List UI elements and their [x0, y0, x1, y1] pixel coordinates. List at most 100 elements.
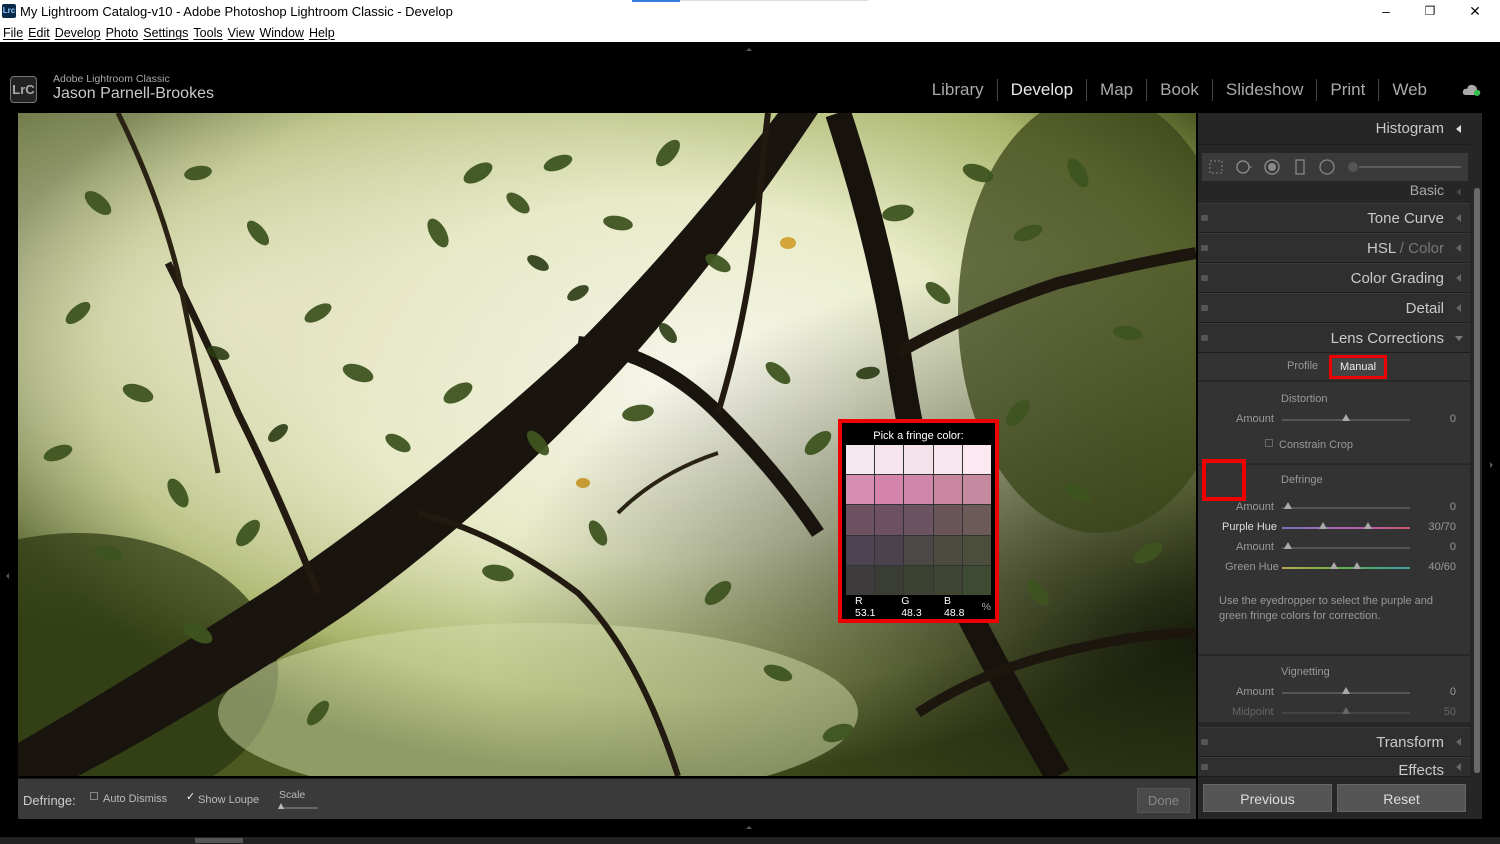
detail-expand-icon[interactable]	[1456, 304, 1461, 312]
vignetting-amount-thumb[interactable]	[1342, 687, 1350, 694]
green-hue-value: 40/60	[1428, 561, 1456, 573]
purple-hue-thumb-low[interactable]	[1319, 522, 1327, 529]
loupe-swatch	[962, 535, 991, 565]
collapse-top-panel-icon[interactable]	[746, 48, 752, 51]
histogram-title: Histogram	[1375, 120, 1444, 137]
color-grading-toggle[interactable]	[1201, 275, 1208, 281]
hsl-toggle[interactable]	[1201, 245, 1208, 251]
color-title[interactable]: Color	[1408, 240, 1444, 257]
tone-curve-header[interactable]: Tone Curve	[1198, 203, 1470, 233]
module-library[interactable]: Library	[919, 79, 998, 101]
module-book[interactable]: Book	[1147, 79, 1213, 101]
lens-corrections-collapse-icon[interactable]	[1455, 336, 1463, 341]
menu-settings[interactable]: Settings	[143, 24, 188, 42]
restore-button[interactable]: ❐	[1420, 4, 1440, 18]
module-map[interactable]: Map	[1087, 79, 1148, 101]
close-button[interactable]: ✕	[1465, 3, 1485, 20]
panel-scrollbar[interactable]	[1474, 188, 1480, 773]
color-grading-header[interactable]: Color Grading	[1198, 263, 1470, 293]
radial-filter-icon[interactable]	[1319, 159, 1335, 175]
collapse-right-panel-icon[interactable]	[1490, 462, 1493, 468]
scale-slider-track[interactable]	[280, 807, 318, 809]
tone-curve-expand-icon[interactable]	[1456, 214, 1461, 222]
effects-header[interactable]: Effects	[1198, 757, 1470, 777]
green-hue-track[interactable]	[1282, 567, 1410, 569]
menu-develop[interactable]: Develop	[55, 24, 101, 42]
lens-corrections-toggle[interactable]	[1201, 335, 1208, 341]
vignetting-midpoint-thumb[interactable]	[1342, 707, 1350, 714]
green-amount-track[interactable]	[1282, 547, 1410, 549]
tab-profile[interactable]: Profile	[1287, 360, 1318, 372]
loupe-title: Pick a fringe color:	[846, 427, 991, 445]
expand-left-panel-icon[interactable]	[6, 573, 9, 579]
histogram-header[interactable]: Histogram	[1198, 113, 1470, 145]
spot-removal-icon[interactable]	[1236, 159, 1252, 175]
effects-toggle[interactable]	[1201, 764, 1208, 770]
hsl-separator: /	[1399, 240, 1404, 257]
histogram-collapse-icon[interactable]	[1456, 124, 1461, 133]
module-print[interactable]: Print	[1317, 79, 1380, 101]
lrc-logo: LrC	[10, 76, 37, 103]
constrain-crop-checkbox[interactable]	[1265, 439, 1273, 447]
tab-manual[interactable]: Manual	[1329, 355, 1387, 379]
done-button[interactable]: Done	[1137, 788, 1190, 813]
menu-file[interactable]: File	[3, 24, 23, 42]
basic-expand-icon[interactable]	[1456, 187, 1461, 196]
photo-canvas[interactable]	[18, 113, 1196, 776]
vignetting-midpoint-label: Midpoint	[1232, 706, 1274, 718]
green-amount-thumb[interactable]	[1284, 542, 1292, 549]
detail-toggle[interactable]	[1201, 305, 1208, 311]
expand-filmstrip-icon[interactable]	[746, 826, 752, 829]
vignetting-heading: Vignetting	[1281, 666, 1330, 678]
transform-toggle[interactable]	[1201, 739, 1208, 745]
module-web[interactable]: Web	[1379, 79, 1440, 101]
lens-corrections-header[interactable]: Lens Corrections	[1198, 323, 1470, 353]
minimize-button[interactable]: –	[1376, 3, 1396, 19]
reset-button[interactable]: Reset	[1337, 784, 1466, 812]
scale-control[interactable]: Scale	[278, 789, 318, 809]
detail-header[interactable]: Detail	[1198, 293, 1470, 323]
horizontal-scrollbar[interactable]	[0, 837, 1500, 844]
module-slideshow[interactable]: Slideshow	[1213, 79, 1318, 101]
fringe-selector-eyedropper-icon[interactable]	[1202, 459, 1246, 501]
loupe-swatch	[846, 475, 875, 505]
purple-amount-thumb[interactable]	[1284, 502, 1292, 509]
hsl-color-header[interactable]: HSL / Color	[1198, 233, 1470, 263]
menu-window[interactable]: Window	[259, 24, 303, 42]
transform-header[interactable]: Transform	[1198, 727, 1470, 757]
distortion-amount-thumb[interactable]	[1342, 414, 1350, 421]
cloud-sync-icon[interactable]	[1462, 82, 1482, 96]
green-hue-thumb-high[interactable]	[1353, 562, 1361, 569]
green-hue-thumb-low[interactable]	[1330, 562, 1338, 569]
effects-expand-icon[interactable]	[1456, 763, 1461, 771]
menu-help[interactable]: Help	[309, 24, 335, 42]
right-panel-edge	[1482, 113, 1500, 819]
menu-photo[interactable]: Photo	[106, 24, 139, 42]
adjustment-brush-icon[interactable]	[1347, 159, 1463, 175]
transform-expand-icon[interactable]	[1456, 738, 1461, 746]
color-grading-expand-icon[interactable]	[1456, 274, 1461, 282]
color-grading-title: Color Grading	[1350, 270, 1444, 287]
module-develop[interactable]: Develop	[998, 79, 1088, 101]
panel-scrollbar-thumb[interactable]	[1474, 188, 1480, 773]
crop-overlay-icon[interactable]	[1208, 159, 1224, 175]
purple-amount-track[interactable]	[1282, 507, 1410, 509]
purple-hue-thumb-high[interactable]	[1364, 522, 1372, 529]
tone-curve-toggle[interactable]	[1201, 215, 1208, 221]
red-eye-icon[interactable]	[1264, 159, 1280, 175]
show-loupe-checkbox[interactable]: ✓ Show Loupe	[186, 791, 260, 806]
menu-tools[interactable]: Tools	[193, 24, 222, 42]
menu-edit[interactable]: Edit	[28, 24, 50, 42]
basic-header[interactable]: Basic	[1198, 181, 1470, 202]
auto-dismiss-checkbox[interactable]: Auto Dismiss	[90, 792, 167, 805]
purple-hue-track[interactable]	[1282, 527, 1410, 529]
scale-slider-thumb[interactable]	[278, 803, 284, 809]
hsl-title[interactable]: HSL	[1367, 240, 1396, 257]
scrollbar-thumb[interactable]	[195, 838, 243, 843]
graduated-filter-icon[interactable]	[1292, 159, 1308, 175]
menu-view[interactable]: View	[228, 24, 255, 42]
previous-button[interactable]: Previous	[1203, 784, 1332, 812]
show-loupe-label: Show Loupe	[198, 794, 260, 806]
hsl-expand-icon[interactable]	[1456, 244, 1461, 252]
distortion-heading: Distortion	[1281, 393, 1328, 405]
